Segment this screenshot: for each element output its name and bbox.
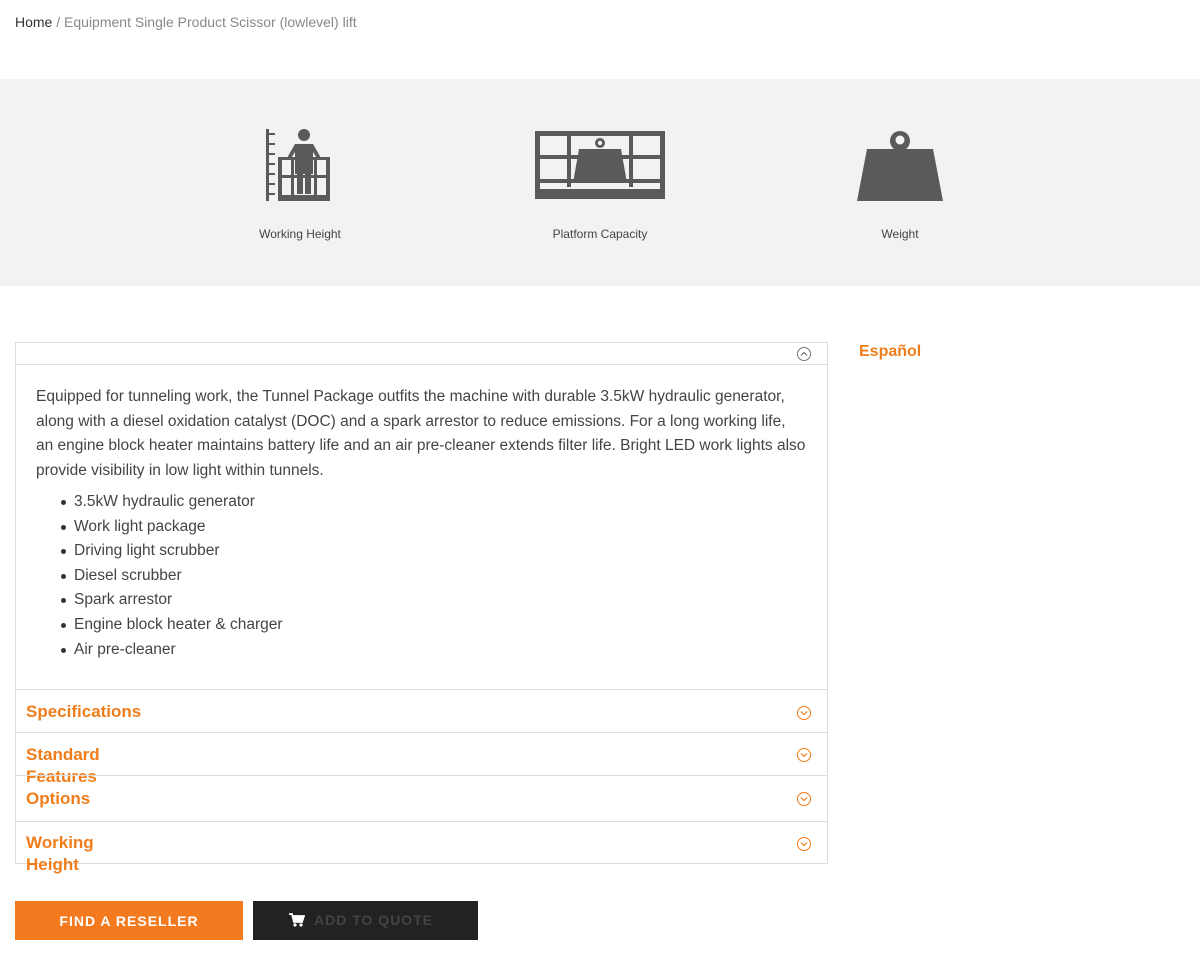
- chevron-down-icon[interactable]: [796, 705, 812, 721]
- platform-capacity-icon: [535, 131, 665, 199]
- breadcrumb: Home / Equipment Single Product Scissor …: [15, 14, 357, 30]
- language-link-espanol[interactable]: Español: [859, 343, 921, 361]
- breadcrumb-separator: /: [56, 14, 61, 30]
- accordion-panel-body: Equipped for tunneling work, the Tunnel …: [16, 365, 827, 690]
- list-item: Diesel scrubber: [61, 564, 807, 589]
- spec-working-height: Working Height: [200, 79, 400, 286]
- add-to-quote-button[interactable]: ADD TO QUOTE: [253, 901, 478, 940]
- add-to-quote-label: ADD TO QUOTE: [314, 912, 434, 928]
- working-height-icon: [266, 129, 330, 201]
- weight-icon: [857, 131, 943, 201]
- list-item: Engine block heater & charger: [61, 613, 807, 638]
- accordion-standard-features[interactable]: Standard Features: [16, 732, 827, 786]
- list-item: 3.5kW hydraulic generator: [61, 490, 807, 515]
- feature-list: 3.5kW hydraulic generator Work light pac…: [36, 490, 807, 662]
- list-item: Air pre-cleaner: [61, 638, 807, 663]
- list-item: Spark arrestor: [61, 588, 807, 613]
- cart-icon: [289, 913, 305, 927]
- chevron-down-icon[interactable]: [796, 836, 812, 852]
- list-item: Work light package: [61, 515, 807, 540]
- accordion-options[interactable]: Options: [16, 775, 827, 821]
- accordion-title-options[interactable]: Options: [26, 788, 136, 810]
- breadcrumb-home-link[interactable]: Home: [15, 14, 52, 30]
- chevron-up-icon[interactable]: [796, 346, 812, 362]
- find-reseller-button[interactable]: FIND A RESELLER: [15, 901, 243, 940]
- product-accordion: Equipped for tunneling work, the Tunnel …: [15, 342, 828, 874]
- chevron-down-icon[interactable]: [796, 747, 812, 763]
- spec-platform-capacity: Platform Capacity: [500, 79, 700, 286]
- spec-label: Weight: [881, 227, 919, 241]
- accordion-specifications[interactable]: Specifications: [16, 689, 827, 732]
- accordion-working-height[interactable]: Working Height: [16, 821, 827, 874]
- package-description: Equipped for tunneling work, the Tunnel …: [36, 388, 806, 479]
- spec-label: Working Height: [259, 227, 341, 241]
- accordion-title-working-height[interactable]: Working Height: [26, 832, 136, 876]
- specs-band: Working Height Platform Capacity Weight: [0, 79, 1200, 286]
- spec-weight: Weight: [800, 79, 1000, 286]
- list-item: Driving light scrubber: [61, 539, 807, 564]
- chevron-down-icon[interactable]: [796, 791, 812, 807]
- accordion-open-header[interactable]: [16, 343, 827, 365]
- breadcrumb-current: Equipment Single Product Scissor (lowlev…: [64, 14, 357, 30]
- spec-label: Platform Capacity: [552, 227, 648, 241]
- accordion-title-specifications[interactable]: Specifications: [26, 701, 141, 723]
